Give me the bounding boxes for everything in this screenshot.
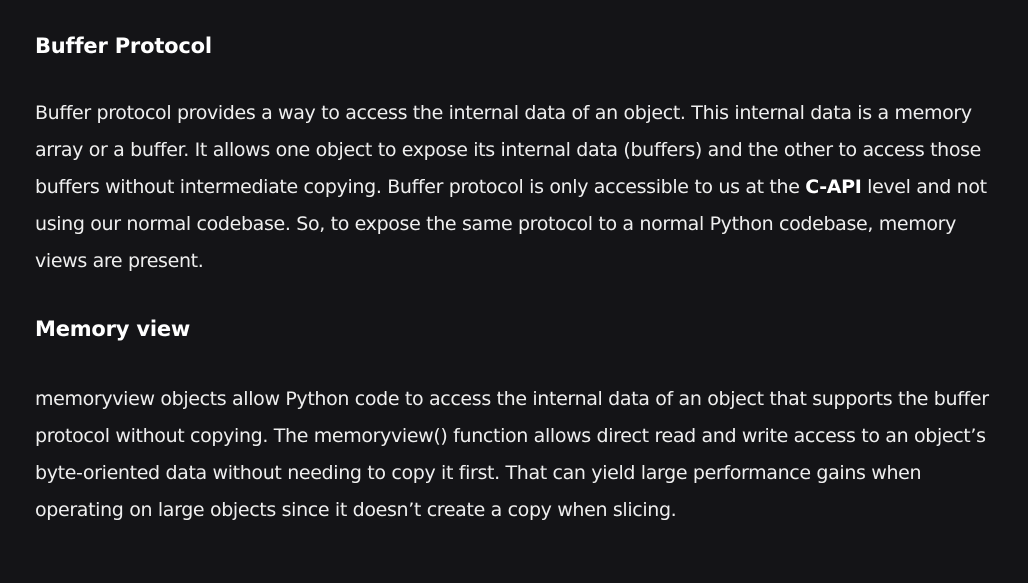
article-content: Buffer Protocol Buffer protocol provides…: [0, 0, 1028, 529]
section-heading-memory-view: Memory view: [35, 317, 191, 341]
buffer-protocol-paragraph: Buffer protocol provides a way to access…: [35, 95, 994, 280]
memory-view-paragraph: memoryview objects allow Python code to …: [35, 388, 989, 521]
c-api-emphasis: C-API: [805, 176, 862, 198]
section-heading-buffer-protocol: Buffer Protocol: [35, 34, 212, 58]
